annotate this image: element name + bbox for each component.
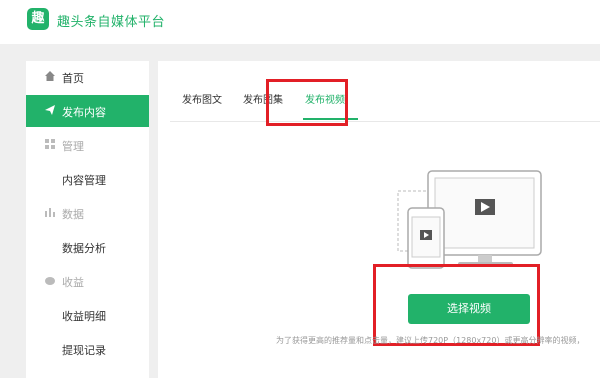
sidebar-item-data-analysis[interactable]: 数据分析 xyxy=(26,231,149,263)
highlight-box-tab xyxy=(266,79,348,126)
highlight-box-button xyxy=(373,264,540,346)
send-icon xyxy=(45,105,55,115)
sidebar-item-publish[interactable]: 发布内容 xyxy=(26,95,149,127)
coin-icon xyxy=(45,277,55,285)
bar-chart-icon xyxy=(45,208,55,217)
sidebar-item-label: 内容管理 xyxy=(62,174,106,187)
sidebar-group-data: 数据 xyxy=(26,197,149,229)
sidebar-group-label: 管理 xyxy=(62,140,84,153)
tab-publish-article[interactable]: 发布图文 xyxy=(182,91,222,106)
brand-title: 趣头条自媒体平台 xyxy=(57,15,166,30)
logo-icon: 趣 xyxy=(27,8,49,30)
sidebar-item-label: 提现记录 xyxy=(62,344,106,357)
tab-bar: 发布图文 发布图集 发布视频 xyxy=(170,61,600,122)
sidebar-item-income-detail[interactable]: 收益明细 xyxy=(26,299,149,331)
sidebar-group-income: 收益 xyxy=(26,265,149,297)
grid-icon xyxy=(45,139,55,149)
device-illustration xyxy=(397,170,542,269)
main-content: 发布图文 发布图集 发布视频 选择视频 为了获得更高的推荐量和点击量，建议上传7… xyxy=(158,61,600,378)
sidebar-group-manage: 管理 xyxy=(26,129,149,161)
sidebar-item-home[interactable]: 首页 xyxy=(26,61,149,93)
sidebar-item-content-manage[interactable]: 内容管理 xyxy=(26,163,149,195)
sidebar-group-label: 收益 xyxy=(62,276,84,289)
sidebar-item-label: 发布内容 xyxy=(62,106,106,119)
sidebar-item-label: 收益明细 xyxy=(62,310,106,323)
home-icon xyxy=(45,71,55,81)
sidebar-item-label: 数据分析 xyxy=(62,242,106,255)
sidebar-item-label: 首页 xyxy=(62,72,84,85)
sidebar: 首页 发布内容 管理 内容管理 数据 数据分析 收益 收益明细 提现记录 xyxy=(26,61,149,378)
top-bar: 趣 趣头条自媒体平台 xyxy=(0,0,600,44)
upload-hint-text: 为了获得更高的推荐量和点击量，建议上传720P（1280x720）或更高分辨率的… xyxy=(276,336,585,345)
sidebar-item-withdraw-record[interactable]: 提现记录 xyxy=(26,333,149,365)
sidebar-group-label: 数据 xyxy=(62,208,84,221)
